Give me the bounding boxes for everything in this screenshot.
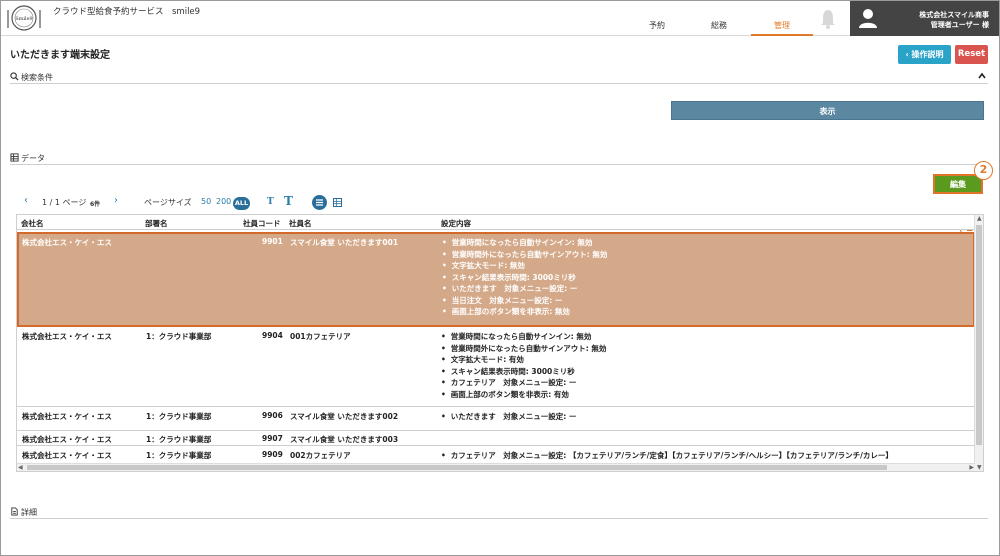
- search-icon: [10, 72, 19, 81]
- page-title: いただきます端末設定: [10, 50, 110, 61]
- cell-company: 株式会社エス・ケイ・エス: [22, 435, 112, 444]
- list-view-icon[interactable]: [312, 195, 327, 210]
- table-row[interactable]: 株式会社エス・ケイ・エス 1：クラウド事業部 9907 スマイル食堂 いただきま…: [17, 431, 975, 446]
- cell-department: 1：クラウド事業部: [146, 435, 212, 444]
- table-icon: [10, 153, 19, 162]
- top-header: Smile9 クラウド型給食予約サービス smile9 予約 総務 管理 株式会…: [1, 1, 999, 36]
- setting-item: 営業時間外になったら自動サインアウト: 無効: [442, 249, 608, 261]
- user-menu[interactable]: 株式会社スマイル商事 管理者ユーザー 様: [850, 1, 999, 36]
- logo-icon: Smile9: [7, 5, 41, 31]
- cell-name: スマイル食堂 いただきます002: [290, 412, 399, 421]
- col-department[interactable]: 部署名: [145, 218, 168, 229]
- setting-item: スキャン結果表示時間: 3000ミリ秒: [442, 272, 607, 284]
- col-employee-code[interactable]: 社員コード: [243, 218, 281, 229]
- table-row[interactable]: 株式会社エス・ケイ・エス 1：クラウド事業部 9909 002カフェテリア カフ…: [17, 446, 975, 462]
- setting-item: カフェテリア 対象メニュー設定: ー: [441, 377, 606, 389]
- vertical-scrollbar[interactable]: ▲ ▼: [974, 215, 983, 471]
- nav-tab-admin[interactable]: 管理: [751, 19, 813, 36]
- edit-button[interactable]: 編集: [933, 174, 983, 194]
- page-info: 1 / 1 ページ: [42, 198, 87, 207]
- detail-section-title: 詳細: [21, 508, 37, 517]
- setting-item: 画面上部のボタン類を非表示: 無効: [442, 306, 607, 318]
- search-section-title: 検索条件: [21, 73, 53, 82]
- next-page-icon[interactable]: ›: [114, 195, 118, 206]
- page-size-label: ページサイズ: [144, 198, 192, 207]
- scroll-down-icon[interactable]: ▼: [977, 464, 982, 471]
- setting-item: スキャン結果表示時間: 3000ミリ秒: [441, 366, 606, 378]
- data-section-title: データ: [21, 154, 45, 163]
- logo-text: Smile9: [15, 16, 33, 22]
- vertical-scroll-thumb[interactable]: [976, 225, 982, 445]
- table-header: 会社名 部署名 社員コード 社員名 設定内容: [17, 215, 975, 230]
- text-size-small-button[interactable]: T: [267, 197, 274, 207]
- setting-item: 画面上部のボタン類を非表示: 有効: [441, 389, 606, 401]
- setting-item: 営業時間外になったら自動サインアウト: 無効: [441, 343, 607, 355]
- search-section-header[interactable]: 検索条件: [10, 72, 988, 84]
- text-size-large-button[interactable]: T: [284, 194, 293, 208]
- setting-item: 当日注文 対象メニュー設定: ー: [442, 295, 607, 307]
- reset-button[interactable]: Reset: [955, 45, 988, 64]
- cell-name: スマイル食堂 いただきます001: [290, 238, 399, 247]
- scroll-right-icon[interactable]: ▶: [969, 464, 974, 471]
- data-section-header: データ: [10, 153, 988, 165]
- horizontal-scroll-thumb[interactable]: [27, 465, 887, 470]
- record-count: 6件: [90, 201, 101, 208]
- cell-department: 1：クラウド事業部: [146, 412, 212, 421]
- cell-code: 9907: [262, 434, 283, 443]
- table-row-selected[interactable]: 株式会社エス・ケイ・エス 9901 スマイル食堂 いただきます001 営業時間に…: [17, 232, 975, 327]
- cell-name: スマイル食堂 いただきます003: [290, 435, 399, 444]
- settings-list: カフェテリア 対象メニュー設定: 【カフェテリア/ランチ/定食】【カフェテリア/…: [441, 450, 893, 462]
- bell-icon[interactable]: [819, 8, 837, 30]
- cell-company: 株式会社エス・ケイ・エス: [22, 451, 112, 460]
- setting-item: いただきます 対象メニュー設定: ー: [441, 411, 577, 423]
- setting-item: 文字拡大モード: 無効: [442, 260, 607, 272]
- cell-department: 1：クラウド事業部: [146, 332, 212, 341]
- scroll-left-icon[interactable]: ◀: [18, 464, 23, 471]
- cell-code: 9909: [262, 450, 283, 459]
- page-size-all[interactable]: ALL: [233, 197, 250, 210]
- setting-item: 営業時間になったら自動サインイン: 無効: [441, 331, 606, 343]
- cell-name: 002カフェテリア: [290, 451, 351, 460]
- detail-section-header: 詳細: [10, 507, 988, 519]
- cell-code: 9906: [262, 411, 283, 420]
- help-button[interactable]: ‹ 操作説明: [898, 45, 951, 64]
- page-size-50[interactable]: 50: [201, 197, 211, 206]
- cell-company: 株式会社エス・ケイ・エス: [22, 412, 112, 421]
- scroll-up-icon[interactable]: ▲: [977, 215, 982, 222]
- page-size-200[interactable]: 200: [216, 197, 231, 206]
- nav-tab-reserve[interactable]: 予約: [641, 19, 673, 36]
- chevron-up-icon[interactable]: [978, 72, 986, 80]
- settings-list: 営業時間になったら自動サインイン: 無効 営業時間外になったら自動サインアウト:…: [442, 237, 608, 318]
- setting-item: カフェテリア 対象メニュー設定: 【カフェテリア/ランチ/定食】【カフェテリア/…: [441, 450, 893, 462]
- setting-item: 文字拡大モード: 有効: [441, 354, 606, 366]
- table-row[interactable]: 株式会社エス・ケイ・エス 1：クラウド事業部 9906 スマイル食堂 いただきま…: [17, 407, 975, 431]
- cell-code: 9901: [262, 237, 283, 246]
- cell-company: 株式会社エス・ケイ・エス: [22, 332, 112, 341]
- settings-list: いただきます 対象メニュー設定: ー: [441, 411, 577, 423]
- cell-code: 9904: [262, 331, 283, 340]
- col-employee-name[interactable]: 社員名: [289, 218, 312, 229]
- callout-2: 2: [974, 161, 993, 180]
- col-settings[interactable]: 設定内容: [441, 218, 471, 229]
- user-name: 管理者ユーザー 様: [930, 21, 989, 29]
- setting-item: 営業時間になったら自動サインイン: 無効: [442, 237, 607, 249]
- cell-name: 001カフェテリア: [290, 332, 351, 341]
- setting-item: いただきます 対象メニュー設定: ー: [442, 283, 607, 295]
- help-button-label: 操作説明: [911, 50, 944, 59]
- show-button[interactable]: 表示: [671, 101, 984, 120]
- data-table: 会社名 部署名 社員コード 社員名 設定内容 株式会社エス・ケイ・エス 9901…: [16, 214, 984, 472]
- prev-page-icon[interactable]: ‹: [24, 195, 28, 206]
- cell-company: 株式会社エス・ケイ・エス: [22, 238, 112, 247]
- col-company[interactable]: 会社名: [21, 218, 44, 229]
- app-title: クラウド型給食予約サービス smile9: [53, 7, 201, 17]
- detail-view-icon[interactable]: [333, 198, 342, 207]
- user-avatar-icon: [859, 9, 877, 28]
- user-company: 株式会社スマイル商事: [919, 11, 989, 19]
- horizontal-scrollbar[interactable]: ◀ ▶: [17, 463, 975, 471]
- document-icon: [11, 507, 18, 516]
- table-row[interactable]: 株式会社エス・ケイ・エス 1：クラウド事業部 9904 001カフェテリア 営業…: [17, 327, 975, 407]
- settings-list: 営業時間になったら自動サインイン: 無効 営業時間外になったら自動サインアウト:…: [441, 331, 607, 401]
- cell-department: 1：クラウド事業部: [146, 451, 212, 460]
- nav-tab-general[interactable]: 総務: [701, 19, 737, 36]
